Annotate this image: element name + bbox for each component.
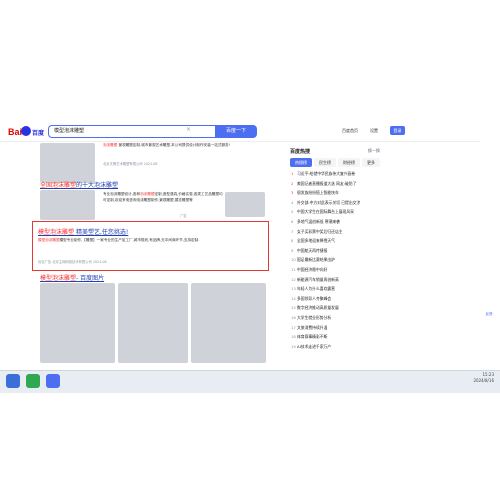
app-icon[interactable] <box>26 374 40 388</box>
tab-more[interactable]: 更多 <box>362 158 380 167</box>
search-input[interactable]: 模型泡沫雕塑 <box>48 125 221 138</box>
taskbar <box>0 370 500 393</box>
result-2-side-image[interactable] <box>225 192 265 217</box>
hot-item[interactable]: 11中国经济稳中向好 <box>291 267 327 273</box>
hot-item[interactable]: 10国足最新比赛结果出炉 <box>291 257 335 263</box>
clear-icon[interactable]: × <box>186 126 191 133</box>
hot-item[interactable]: 17文旅消费持续升温 <box>291 325 327 331</box>
start-icon[interactable] <box>6 374 20 388</box>
result-2-title[interactable]: 全国泡沫雕塑的十大泡沫雕塑 <box>40 180 118 189</box>
header-divider <box>0 141 480 142</box>
hot-item[interactable]: 13年轻人为什么喜欢露营 <box>291 286 335 292</box>
image-1[interactable] <box>40 283 115 363</box>
login-button[interactable]: 登录 <box>390 126 405 135</box>
result-1-image[interactable] <box>40 143 95 183</box>
hot-item[interactable]: 9 中国航天再传捷报 <box>291 248 327 254</box>
hot-item[interactable]: 3 银发族纷纷搭上智能快车 <box>291 190 339 196</box>
hot-refresh[interactable]: 换一换 <box>368 148 380 154</box>
result-3-title[interactable]: 模型泡沫雕塑 精美塑艺,任您挑选! <box>38 227 128 236</box>
hot-item[interactable]: 18体育赛事精彩不断 <box>291 334 327 340</box>
hot-item[interactable]: 19AI技术走进千家万户 <box>291 344 331 350</box>
link-baidu-home[interactable]: 百度首页 <box>342 128 358 134</box>
hot-item[interactable]: 2 美国记者直播报道大选 网友:破防了 <box>291 181 356 187</box>
hot-title: 百度热搜 <box>290 149 311 155</box>
hot-item[interactable]: 4 外交部:中方对此表示关切 已提出交涉 <box>291 200 360 206</box>
feedback-button[interactable]: 反馈 <box>482 312 496 326</box>
result-3-meta: 优化广告 北京主网网络技术有限公司 2024-08 <box>38 260 107 264</box>
image-2[interactable] <box>118 283 188 363</box>
result-4-title[interactable]: 模型泡沫雕塑- 百度图片 <box>40 273 104 282</box>
search-button[interactable]: 百度一下 <box>215 125 257 138</box>
hot-item[interactable]: 1 习近平:绘就中华民族伟大复兴画卷 <box>291 171 355 177</box>
image-3[interactable] <box>191 283 266 363</box>
hot-item[interactable]: 5 中国大学生在国际舞台上展现风采 <box>291 209 354 215</box>
browser-icon[interactable] <box>46 374 60 388</box>
result-2-snippet-hl: 泡沫雕塑 <box>140 192 155 196</box>
hot-item[interactable]: 15数字经济推动高质量发展 <box>291 305 339 311</box>
baidu-logo-du[interactable]: 百度 <box>32 128 44 137</box>
hot-item[interactable]: 7 女子买彩票中奖后归还店主 <box>291 229 343 235</box>
hot-item[interactable]: 14多国领导人齐聚峰会 <box>291 296 331 302</box>
result-3-snippet: 模型专业制作,【雕塑】一家专业的生产加工厂,城市规划,有品牌,无中间商环节,支持… <box>59 238 200 242</box>
hot-item[interactable]: 16大学生就业形势分析 <box>291 315 331 321</box>
result-2-meta: 广告 <box>180 214 187 218</box>
result-1-snippet: 景观雕塑定制,城市景观艺术雕塑,本公司提供设计制作安装一站式服务! <box>118 143 231 147</box>
hot-item[interactable]: 6 多地气温创新低 寒潮来袭 <box>291 219 340 225</box>
baidu-paw-icon[interactable] <box>21 126 31 136</box>
link-settings[interactable]: 设置 <box>370 128 378 134</box>
clock[interactable]: 15:23 2024/8/16 <box>473 372 494 384</box>
tab-livelihood[interactable]: 民生榜 <box>314 158 336 167</box>
result-3-snippet-hl: 模型泡沫雕塑 <box>38 238 60 242</box>
hot-item[interactable]: 8 全国多地迎来降雪天气 <box>291 238 335 244</box>
result-2-image[interactable] <box>40 190 95 220</box>
result-1-meta: 北京天尊艺术雕塑有限公司 2024-08 <box>103 162 158 166</box>
baidu-logo-bai[interactable]: Bai <box>8 127 22 137</box>
result-2-snippet-a: 专业泡沫雕塑设计,各种 <box>103 192 141 196</box>
tab-hot[interactable]: 热搜榜 <box>290 158 312 167</box>
hot-item[interactable]: 12新能源汽车销量再创新高 <box>291 277 339 283</box>
tab-finance[interactable]: 财经榜 <box>338 158 360 167</box>
result-1-snippet-highlight: 泡沫雕塑 <box>103 143 118 147</box>
